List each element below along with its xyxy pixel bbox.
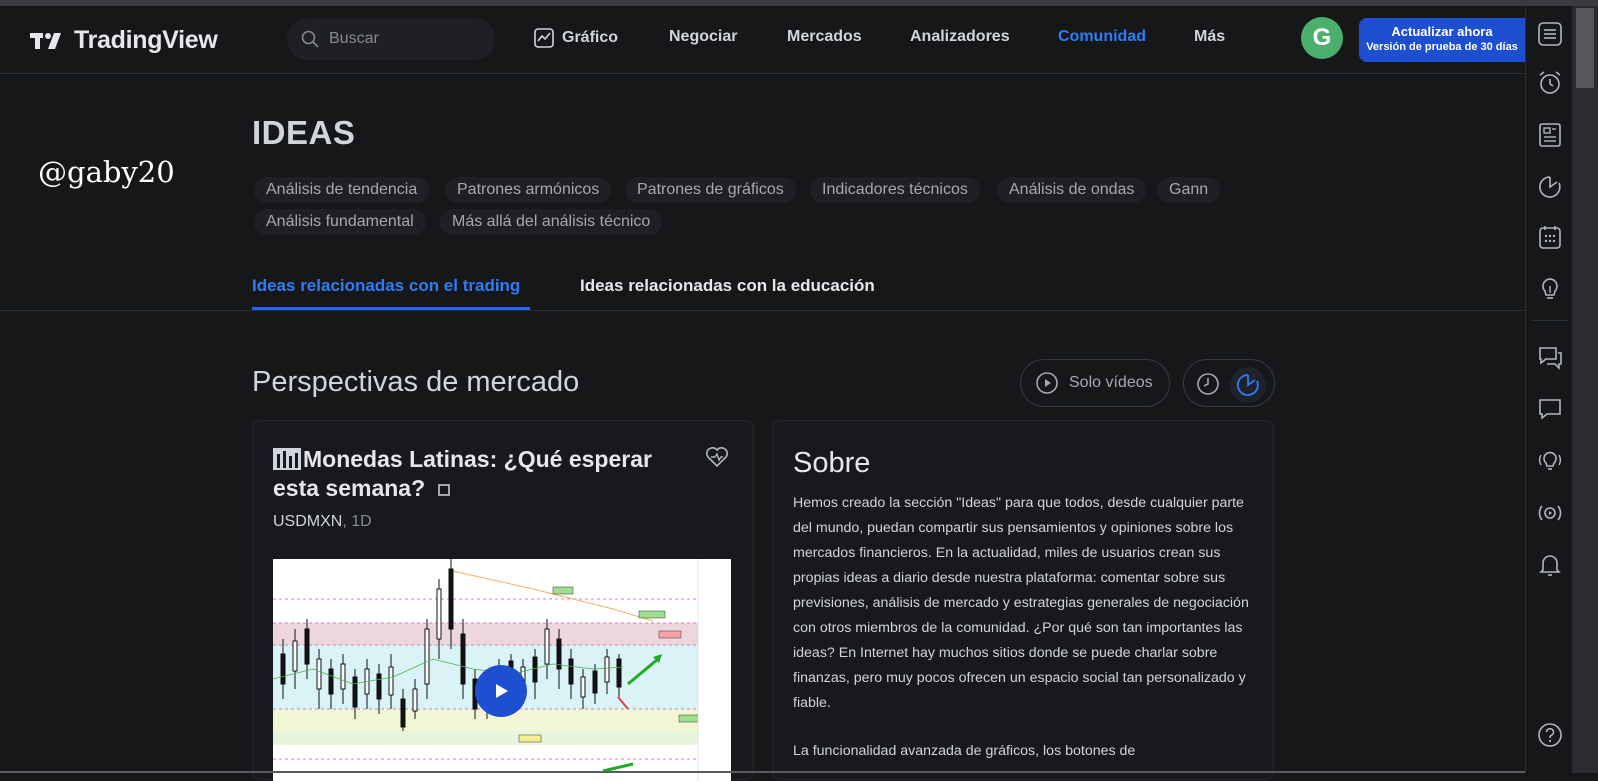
play-icon (496, 684, 508, 698)
news-icon[interactable] (1537, 122, 1563, 148)
external-link-icon (437, 484, 450, 496)
lightbulb-icon[interactable] (1537, 276, 1563, 302)
about-paragraph-1: Hemos creado la sección "Ideas" para que… (793, 495, 1249, 711)
scrollbar-thumb[interactable] (1576, 8, 1594, 88)
tab-education-ideas[interactable]: Ideas relacionadas con la educación (580, 276, 875, 296)
right-toolbar (1525, 6, 1572, 773)
calendar-icon[interactable] (1537, 224, 1563, 250)
tabs-divider (0, 310, 1525, 311)
tradingview-logo-icon (30, 32, 61, 49)
chip-analisis-ondas[interactable]: Análisis de ondas (997, 177, 1147, 203)
chip-mas-alla[interactable]: Más allá del análisis técnico (440, 209, 663, 235)
symbol-ticker: USDMXN (273, 513, 343, 530)
help-icon[interactable] (1537, 722, 1563, 748)
chip-gann[interactable]: Gann (1157, 177, 1221, 203)
hotlists-icon[interactable] (1537, 174, 1563, 200)
ideas-stream-icon[interactable] (1537, 448, 1563, 474)
videos-only-label: Solo vídeos (1069, 374, 1153, 391)
nav-grafico[interactable]: Gráfico (534, 28, 618, 48)
section-title: Perspectivas de mercado (252, 366, 580, 398)
avatar-letter: G (1312, 24, 1332, 51)
nav-label: Mercados (787, 28, 862, 45)
about-card: Sobre Hemos creado la sección "Ideas" pa… (772, 420, 1274, 780)
fire-icon (1236, 374, 1259, 396)
nav-label: Gráfico (562, 29, 619, 46)
chip-patrones-graficos[interactable]: Patrones de gráficos (625, 177, 796, 203)
upgrade-button[interactable]: Actualizar ahora Versión de prueba de 30… (1359, 18, 1525, 62)
videos-only-toggle[interactable]: Solo vídeos (1020, 359, 1170, 407)
top-header: TradingView Gráfico Negociar Mercados An… (0, 6, 1525, 74)
notifications-bell-icon[interactable] (1537, 552, 1563, 578)
chats-icon[interactable] (1537, 344, 1563, 370)
play-video-button[interactable] (475, 665, 527, 717)
comments-icon[interactable] (1537, 396, 1563, 422)
clock-icon[interactable] (1194, 370, 1222, 398)
search-icon (301, 30, 319, 48)
nav-comunidad[interactable]: Comunidad (1058, 28, 1146, 46)
nav-label: Comunidad (1058, 28, 1146, 45)
chip-analisis-tendencia[interactable]: Análisis de tendencia (254, 177, 430, 203)
publisher-logo-icon (273, 448, 301, 470)
author-watermark: @gaby20 (38, 155, 175, 189)
toolbar-divider (1532, 320, 1568, 321)
tab-trading-ideas[interactable]: Ideas relacionadas con el trading (252, 276, 520, 296)
tradingview-logo[interactable]: TradingView (30, 26, 218, 55)
search-input[interactable] (329, 30, 479, 48)
boost-heart-icon[interactable] (705, 445, 729, 469)
popular-sort-button[interactable] (1230, 367, 1266, 403)
idea-title-block[interactable]: Monedas Latinas: ¿Qué esperar esta seman… (273, 445, 693, 503)
sort-toggle-group (1183, 359, 1275, 407)
chip-patrones-armonicos[interactable]: Patrones armónicos (445, 177, 612, 203)
about-paragraph-2: La funcionalidad avanzada de gráficos, l… (793, 743, 1136, 759)
nav-negociar[interactable]: Negociar (669, 28, 737, 46)
nav-mercados[interactable]: Mercados (787, 28, 862, 46)
play-circle-icon (1036, 372, 1058, 394)
nav-label: Negociar (669, 28, 738, 45)
idea-chart-thumbnail[interactable] (273, 559, 731, 781)
chip-indicadores-tecnicos[interactable]: Indicadores técnicos (810, 177, 980, 203)
idea-symbol[interactable]: USDMXN, 1D (273, 513, 372, 531)
watchlist-icon[interactable] (1537, 21, 1563, 47)
chart-icon (534, 28, 554, 48)
nav-mas[interactable]: Más (1194, 28, 1225, 46)
about-title: Sobre (793, 447, 871, 479)
nav-label: Analizadores (910, 28, 1010, 45)
page-title: IDEAS (252, 114, 356, 151)
page-scrollbar[interactable] (1572, 6, 1598, 773)
alarm-clock-icon[interactable] (1537, 70, 1563, 96)
streams-icon[interactable] (1537, 500, 1563, 526)
nav-label: Más (1194, 28, 1226, 45)
search-box[interactable] (287, 18, 495, 60)
upgrade-subtitle: Versión de prueba de 30 días (1366, 41, 1518, 53)
user-avatar[interactable]: G (1301, 17, 1343, 59)
nav-analizadores[interactable]: Analizadores (910, 28, 1010, 46)
chip-analisis-fundamental[interactable]: Análisis fundamental (254, 209, 426, 235)
logo-text: TradingView (74, 26, 218, 54)
upgrade-title: Actualizar ahora (1391, 24, 1493, 39)
idea-card[interactable]: Monedas Latinas: ¿Qué esperar esta seman… (252, 420, 754, 781)
idea-title: Monedas Latinas: ¿Qué esperar esta seman… (273, 446, 652, 501)
symbol-timeframe: , 1D (342, 513, 372, 530)
